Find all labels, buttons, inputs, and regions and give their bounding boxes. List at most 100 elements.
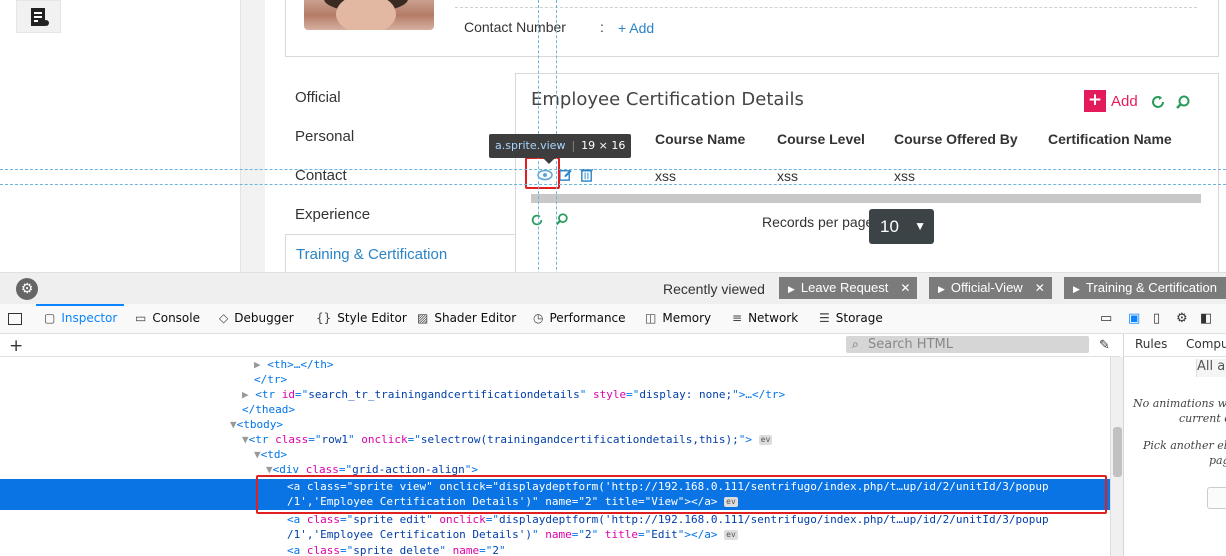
search-icon[interactable] (555, 212, 569, 226)
markup-view: ▶ <th>…</th> </tr> ▶ <tr id="search_tr_t… (0, 357, 1110, 556)
refresh-icon[interactable] (1150, 94, 1166, 110)
employee-photo (304, 0, 434, 30)
network-icon: ≡ (732, 311, 743, 325)
responsive-icon[interactable]: ▯ (1153, 311, 1160, 326)
markup-text: sprite delete (353, 544, 440, 556)
markup-text: display: none; (639, 388, 733, 401)
tab-rules[interactable]: Rules (1135, 337, 1167, 351)
braces-icon: {} (316, 311, 332, 325)
tab-label: Shader Editor (434, 311, 517, 325)
tab-debugger[interactable]: ◇ Debugger (219, 311, 294, 325)
tab-console[interactable]: ▭ Console (135, 311, 200, 325)
settings-icon[interactable]: ⚙ (1176, 311, 1188, 326)
inspector-guide-line (0, 184, 1226, 185)
records-per-page-select[interactable]: 10 ▼ (869, 209, 934, 244)
active-tab-indicator (36, 304, 124, 306)
markup-line[interactable]: ▶ <tr id="search_tr_trainingandcertifica… (0, 387, 1110, 402)
divider (455, 7, 1197, 8)
refresh-icon[interactable] (530, 213, 544, 227)
tab-contact[interactable]: Contact (285, 156, 515, 195)
markup-line[interactable]: </thead> (0, 402, 1110, 417)
tab-performance[interactable]: ◷ Performance (533, 311, 626, 325)
tab-shader-editor[interactable]: ▨ Shader Editor (417, 311, 516, 325)
inspector-guide-line (0, 169, 1226, 170)
markup-line[interactable]: ▼<tr class="row1" onclick="selectrow(tra… (0, 432, 1110, 447)
tab-official[interactable]: Official (285, 78, 515, 117)
animation-filter[interactable]: All a (1196, 359, 1226, 377)
markup-line[interactable]: <a class="sprite delete" name="2" (0, 543, 1110, 556)
tab-storage[interactable]: ☰ Storage (819, 311, 883, 325)
markup-text: sprite edit (353, 513, 427, 526)
contact-number-label: Contact Number (464, 19, 566, 35)
search-icon[interactable] (1175, 94, 1191, 110)
add-contact-link[interactable]: + Add (618, 20, 654, 36)
markup-text: </thead> (242, 403, 295, 416)
contact-colon: : (600, 19, 604, 35)
markup-text: selectrow(trainingandcertificationdetail… (420, 433, 739, 446)
recent-item-label: Official-View (950, 280, 1023, 295)
split-console-icon[interactable]: ▣ (1128, 311, 1140, 326)
markup-text: <td> (260, 448, 288, 461)
records-per-page-value: 10 (880, 217, 899, 236)
tab-label: Debugger (234, 311, 294, 325)
horizontal-scrollbar[interactable] (531, 194, 1201, 203)
event-badge[interactable]: ev (758, 435, 773, 445)
tab-label: Style Editor (337, 311, 407, 325)
recent-item-training-certification[interactable]: ▶ Training & Certification (1064, 277, 1226, 299)
pick-element-button[interactable] (1207, 487, 1226, 509)
no-animations-message: current e (1179, 412, 1226, 425)
add-label: Add (1111, 92, 1138, 110)
search-icon: ⌕ (852, 337, 859, 351)
tab-inspector[interactable]: ▢ Inspector (44, 311, 117, 325)
element-picker-icon[interactable] (8, 313, 22, 325)
tab-label: Memory (662, 311, 712, 325)
event-badge[interactable]: ev (724, 530, 738, 540)
app-menu-icon[interactable] (16, 0, 61, 33)
add-node-button[interactable]: + (9, 336, 23, 356)
table-cell-course-level: xss (777, 168, 798, 184)
tab-computed[interactable]: Compu (1186, 337, 1226, 351)
column-header-course-offered-by[interactable]: Course Offered By (894, 131, 1018, 147)
recently-viewed-label: Recently viewed (663, 281, 765, 297)
column-header-course-level[interactable]: Course Level (777, 131, 865, 147)
sidebar-toggle-icon[interactable]: ◧ (1200, 311, 1212, 326)
profile-tabs: Official Personal Contact Experience Tra… (285, 78, 515, 272)
debugger-icon: ◇ (219, 311, 229, 325)
gear-icon[interactable]: ⚙ (16, 278, 38, 300)
memory-icon: ◫ (645, 311, 657, 325)
close-icon[interactable]: ✕ (900, 281, 910, 295)
markup-line[interactable]: ▶ <th>…</th> (0, 357, 1110, 372)
tab-memory[interactable]: ◫ Memory (645, 311, 711, 325)
markup-line[interactable]: <a class="sprite edit" onclick="displayd… (0, 512, 1110, 542)
recent-item-leave-request[interactable]: ▶ Leave Request ✕ (779, 277, 917, 299)
tab-personal[interactable]: Personal (285, 117, 515, 156)
recent-item-official-view[interactable]: ▶ Official-View ✕ (929, 277, 1052, 299)
dock-icon[interactable]: ▭ (1100, 311, 1112, 326)
chevron-down-icon: ▼ (914, 219, 926, 233)
records-per-page-label: Records per page (762, 214, 874, 230)
shader-icon: ▨ (417, 311, 429, 325)
markup-scrollbar[interactable] (1110, 357, 1123, 556)
tab-training-certification[interactable]: Training & Certification (285, 234, 515, 272)
search-html-input[interactable]: ⌕ Search HTML (846, 336, 1089, 353)
tooltip-size: 19 × 16 (581, 139, 626, 152)
tab-network[interactable]: ≡ Network (732, 311, 798, 325)
tab-experience[interactable]: Experience (285, 195, 515, 234)
highlight-selected-node (256, 475, 1107, 514)
markup-line[interactable]: </tr> (0, 372, 1110, 387)
column-header-course-name[interactable]: Course Name (655, 131, 745, 147)
markup-text: Edit (651, 528, 678, 541)
pick-element-message: pag (1209, 454, 1226, 467)
markup-line[interactable]: ▼<td> (0, 447, 1110, 462)
scrollbar-thumb[interactable] (1113, 427, 1122, 477)
eyedropper-icon[interactable]: ✎ (1099, 338, 1110, 353)
column-header-certification-name[interactable]: Certification Name (1048, 131, 1172, 147)
markup-text: <tbody> (236, 418, 283, 431)
markup-line[interactable]: ▼<tbody> (0, 417, 1110, 432)
add-certification-button[interactable]: + Add (1084, 90, 1138, 112)
recent-item-label: Training & Certification (1085, 280, 1217, 295)
tab-label: Storage (835, 311, 883, 325)
markup-text: /1','Employee Certification Details') (287, 528, 533, 541)
close-icon[interactable]: ✕ (1035, 281, 1045, 295)
tab-style-editor[interactable]: {} Style Editor (316, 311, 407, 325)
